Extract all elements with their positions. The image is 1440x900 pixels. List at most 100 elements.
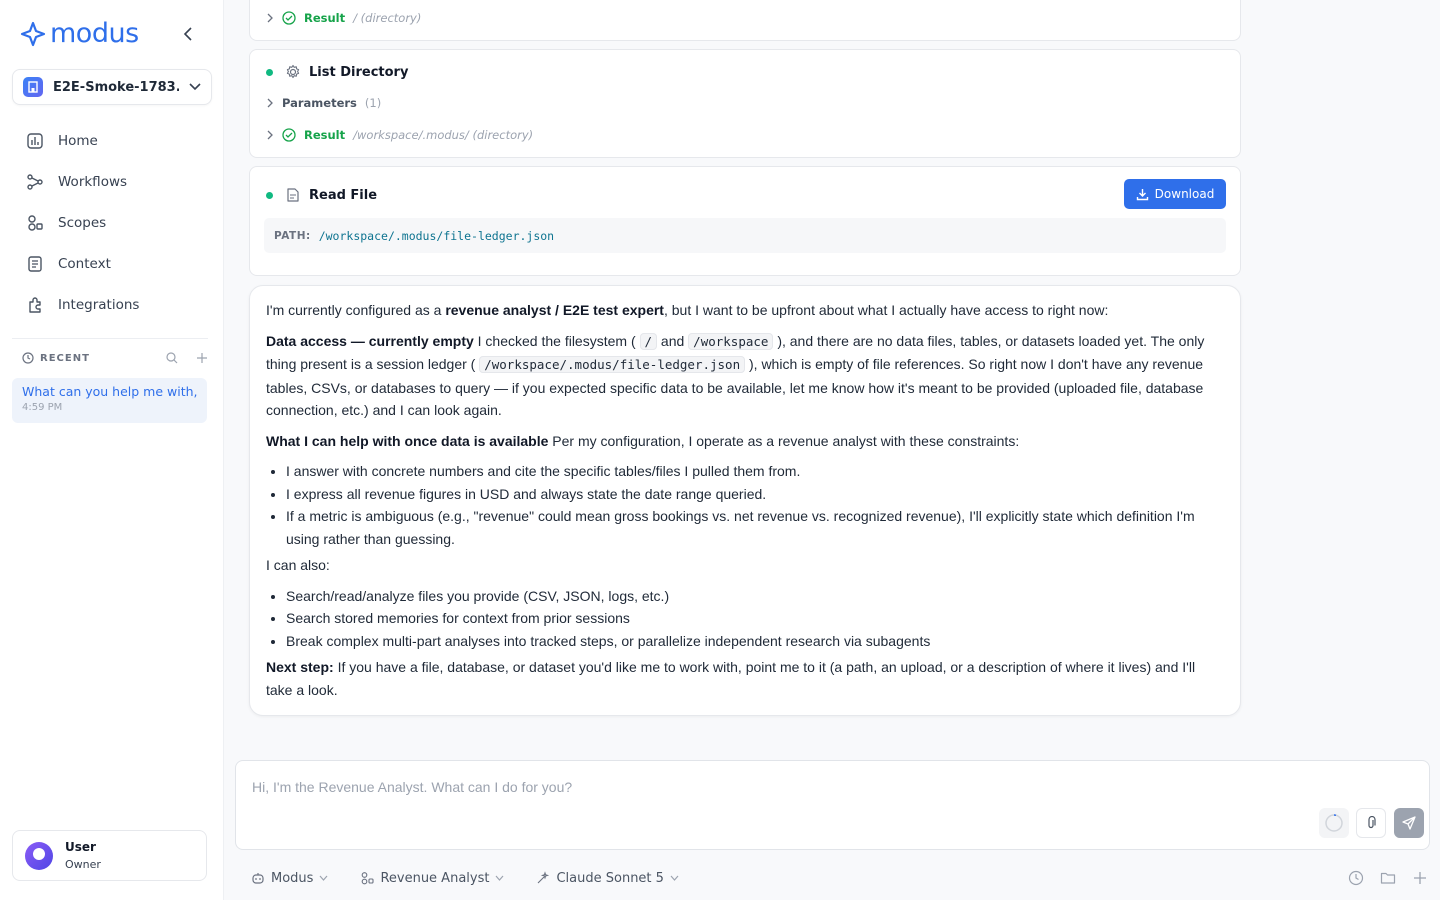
model-selector[interactable]: Claude Sonnet 5 xyxy=(536,870,679,886)
nav-item-label: Home xyxy=(58,132,98,149)
spinner-icon xyxy=(1325,814,1343,832)
check-circle-icon xyxy=(282,128,296,142)
model-label: Claude Sonnet 5 xyxy=(556,870,664,886)
result-row[interactable]: Result / (directory) xyxy=(266,11,421,25)
inline-code: /workspace/.modus/file-ledger.json xyxy=(479,356,746,373)
result-meta: / (directory) xyxy=(353,11,422,25)
plus-icon[interactable] xyxy=(196,352,208,364)
new-chat-button[interactable] xyxy=(1410,868,1430,888)
folder-icon xyxy=(1380,872,1396,884)
scopes-icon xyxy=(362,872,374,885)
message-paragraph: Data access — currently empty I checked … xyxy=(266,330,1224,422)
tool-title: Read File xyxy=(309,187,378,203)
download-label: Download xyxy=(1154,187,1215,201)
recent-header: RECENT xyxy=(22,352,208,364)
agent-selector[interactable]: Modus xyxy=(251,871,328,886)
send-button[interactable] xyxy=(1394,808,1424,838)
result-label: Result xyxy=(304,128,346,142)
building-icon xyxy=(28,81,38,93)
workspace-name: E2E-Smoke-1783... xyxy=(53,79,179,95)
message-paragraph: Next step: If you have a file, database,… xyxy=(266,656,1224,701)
chevron-right-icon xyxy=(267,13,273,23)
composer-toolbar: Modus Revenue Analyst Claude Sonnet 5 xyxy=(235,860,1430,896)
inline-code: / xyxy=(639,332,658,350)
nav-item-context[interactable]: Context xyxy=(12,243,212,284)
nav-item-integrations[interactable]: Integrations xyxy=(12,284,212,325)
constraints-list: I answer with concrete numbers and cite … xyxy=(286,460,1224,550)
chevron-down-icon xyxy=(319,875,328,881)
home-icon xyxy=(27,132,43,149)
integrations-icon xyxy=(29,296,41,313)
send-icon xyxy=(1402,816,1416,830)
parameters-count: (1) xyxy=(364,96,382,110)
clock-icon xyxy=(22,352,34,364)
sidebar: modus E2E-Smoke-1783... Home Workflows S… xyxy=(0,0,224,900)
list-item: I answer with concrete numbers and cite … xyxy=(286,460,1224,483)
paperclip-icon xyxy=(1368,816,1376,829)
inline-code: /workspace xyxy=(688,332,774,350)
context-icon xyxy=(28,255,42,272)
path-key: PATH: xyxy=(274,229,311,242)
status-dot xyxy=(266,191,273,199)
plus-icon xyxy=(1414,872,1426,884)
bold-text: Next step: xyxy=(266,659,334,675)
bold-text: revenue analyst / E2E test expert xyxy=(445,302,664,318)
persona-selector[interactable]: Revenue Analyst xyxy=(360,871,504,886)
path-value: /workspace/.modus/file-ledger.json xyxy=(318,228,555,243)
status-dot xyxy=(266,68,273,76)
user-card[interactable]: User Owner xyxy=(12,830,207,881)
nav-item-workflows[interactable]: Workflows xyxy=(12,161,212,202)
text: Per my configuration, I operate as a rev… xyxy=(548,432,1020,449)
nav-item-label: Context xyxy=(58,255,111,272)
files-button[interactable] xyxy=(1378,868,1398,888)
text: and xyxy=(657,332,689,349)
search-icon[interactable] xyxy=(166,352,178,364)
file-icon xyxy=(287,188,299,202)
gear-icon xyxy=(286,64,300,79)
sidebar-divider xyxy=(12,338,208,339)
chevron-down-icon xyxy=(189,83,201,91)
tool-title: List Directory xyxy=(309,64,409,80)
path-box: PATH: /workspace/.modus/file-ledger.json xyxy=(264,218,1226,253)
collapse-sidebar-button[interactable] xyxy=(178,24,198,44)
text: , but I want to be upfront about what I … xyxy=(663,302,1109,318)
nav-item-label: Integrations xyxy=(58,296,140,313)
message-paragraph: I can also: xyxy=(266,557,330,573)
download-icon xyxy=(1136,188,1148,200)
recent-conversation[interactable]: What can you help me with, ... 4:59 PM xyxy=(12,378,207,423)
sparkle-icon xyxy=(538,871,550,884)
assistant-message: I'm currently configured as a revenue an… xyxy=(249,285,1241,716)
text: I checked the filesystem ( xyxy=(473,332,640,349)
download-button[interactable]: Download xyxy=(1124,179,1226,209)
chevron-down-icon xyxy=(670,875,679,881)
persona-label: Revenue Analyst xyxy=(380,870,490,886)
workspace-avatar xyxy=(23,77,43,97)
modus-logo-icon xyxy=(20,21,46,46)
list-item: If a metric is ambiguous (e.g., "revenue… xyxy=(286,505,1224,550)
nav-item-home[interactable]: Home xyxy=(12,120,212,161)
chevron-right-icon xyxy=(267,98,273,108)
recent-title: RECENT xyxy=(40,352,90,364)
workspace-switcher[interactable]: E2E-Smoke-1783... xyxy=(12,69,212,105)
parameters-row[interactable]: Parameters (1) xyxy=(266,96,381,110)
nav-item-label: Workflows xyxy=(58,173,128,190)
result-label: Result xyxy=(304,11,346,25)
result-row[interactable]: Result /workspace/.modus/ (directory) xyxy=(266,128,533,142)
logo[interactable]: modus xyxy=(20,18,139,49)
history-button[interactable] xyxy=(1346,868,1366,888)
check-circle-icon xyxy=(282,11,296,25)
chat-area: Result / (directory) List Directory Para… xyxy=(225,0,1440,900)
loading-indicator xyxy=(1319,808,1349,838)
user-name: User xyxy=(65,840,96,854)
list-item: Search/read/analyze files you provide (C… xyxy=(286,585,1224,608)
message-input[interactable] xyxy=(252,779,1312,805)
nav-item-scopes[interactable]: Scopes xyxy=(12,202,212,243)
attach-button[interactable] xyxy=(1356,808,1386,838)
list-item: Break complex multi-part analyses into t… xyxy=(286,630,1224,653)
user-role: Owner xyxy=(65,858,101,871)
tool-header: Read File xyxy=(266,187,377,203)
main-nav: Home Workflows Scopes Context Integratio… xyxy=(12,120,212,325)
chevron-left-icon xyxy=(183,27,192,41)
robot-icon xyxy=(252,873,264,884)
composer xyxy=(235,760,1430,850)
